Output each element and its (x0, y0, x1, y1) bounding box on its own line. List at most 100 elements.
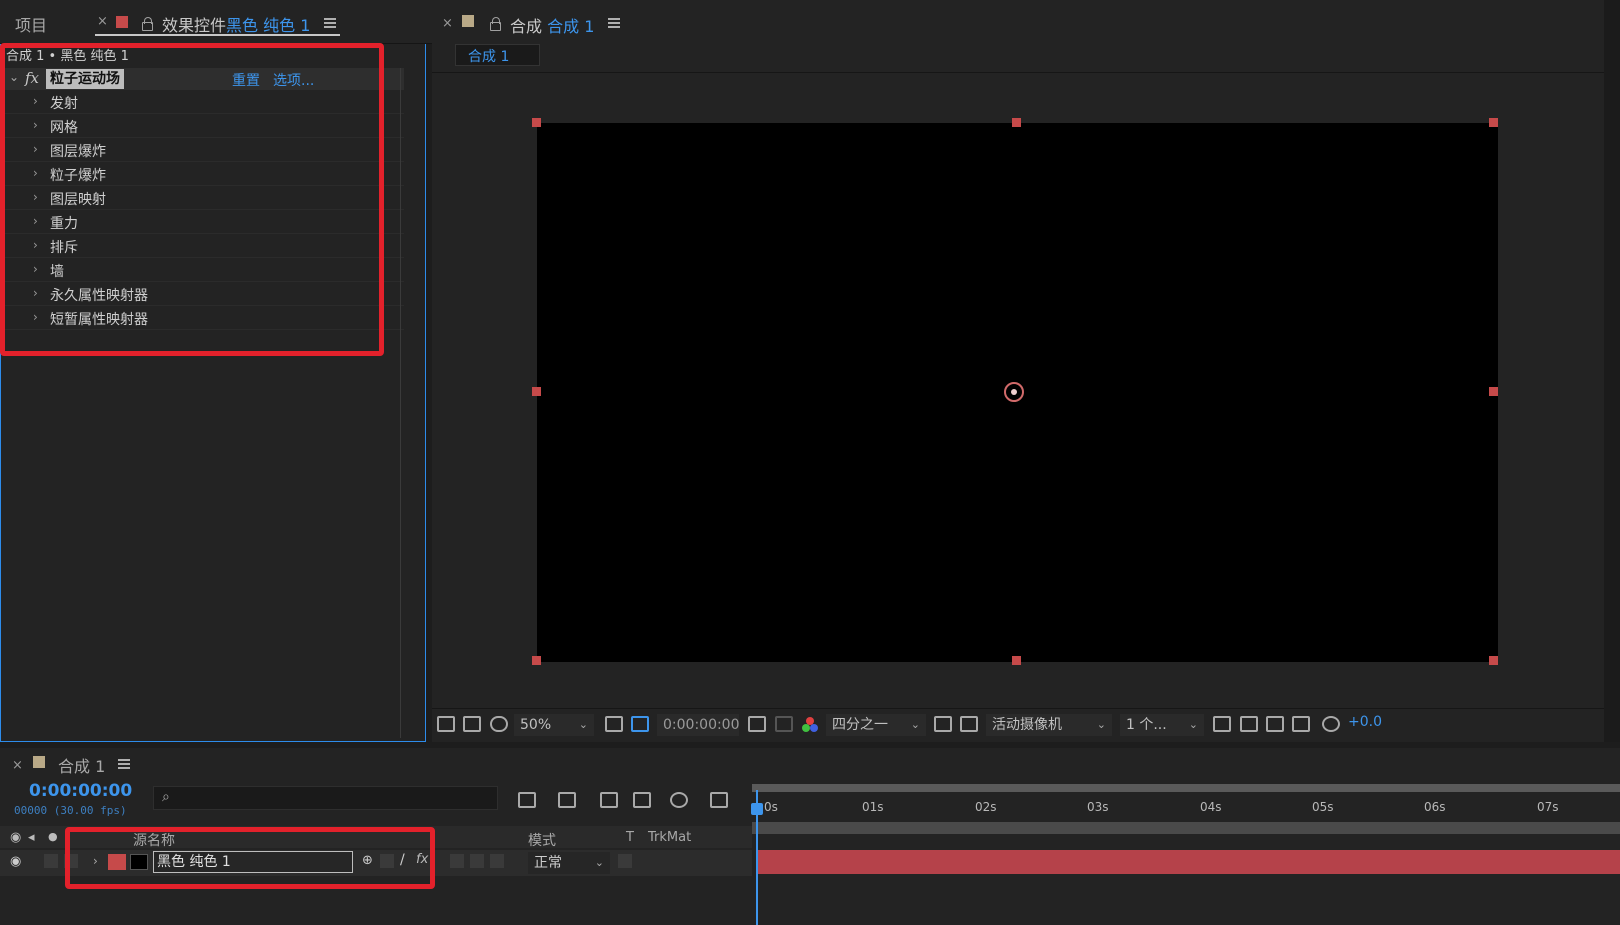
chevron-down-icon: ⌄ (1096, 718, 1106, 731)
tab-composition-name: 合成 1 (547, 17, 595, 36)
tab-project[interactable]: 项目 (15, 12, 47, 36)
anchor-point-icon[interactable] (1004, 382, 1024, 402)
right-panel-edge (1604, 0, 1620, 742)
ruler-tick: 02s (975, 800, 997, 814)
viewer-toolbar-divider (432, 708, 1604, 709)
frame-rate-info: 00000 (30.00 fps) (14, 804, 127, 817)
ruler-tick: 06s (1424, 800, 1446, 814)
panel-menu-icon[interactable] (324, 18, 336, 28)
camera-snapshot-icon[interactable] (748, 716, 766, 732)
comp-breadcrumb[interactable]: 合成 1 (455, 44, 540, 66)
transform-handle[interactable] (532, 656, 541, 665)
chevron-down-icon: ⌄ (1188, 718, 1198, 731)
graph-editor-icon[interactable] (710, 792, 728, 808)
adjustment-switch[interactable] (470, 854, 484, 868)
region-of-interest-icon[interactable] (631, 716, 649, 732)
close-icon[interactable]: × (97, 14, 108, 29)
chevron-down-icon: ⌄ (594, 856, 604, 869)
reset-exposure-icon[interactable] (1322, 716, 1340, 732)
green-channel-dot (802, 724, 810, 732)
layer-audio-toggle[interactable] (44, 854, 58, 868)
playhead-handle[interactable] (751, 803, 763, 815)
views-dropdown[interactable]: 1 个... ⌄ (1120, 714, 1204, 736)
col-trkmat[interactable]: TrkMat (648, 830, 691, 845)
mask-icon[interactable] (490, 716, 508, 732)
transform-handle[interactable] (532, 118, 541, 127)
blend-mode-value: 正常 (534, 855, 562, 871)
transform-handle[interactable] (1489, 387, 1498, 396)
exposure-value[interactable]: +0.0 (1348, 714, 1382, 730)
show-snapshot-icon[interactable] (775, 716, 793, 732)
transparency-grid-icon[interactable] (960, 716, 978, 732)
tab-effect-controls[interactable]: 效果控件黑色 纯色 1 (162, 12, 310, 36)
ruler-tick: 0s (764, 800, 778, 814)
transform-handle[interactable] (1489, 656, 1498, 665)
tab-timeline-comp[interactable]: 合成 1 (58, 753, 105, 777)
search-icon: ⌕ (162, 789, 170, 805)
flowchart-icon[interactable] (1292, 716, 1310, 732)
anchor-point-center (1011, 389, 1017, 395)
panel-menu-icon[interactable] (608, 18, 620, 28)
transform-handle[interactable] (532, 387, 541, 396)
shy-layers-icon[interactable] (600, 792, 618, 808)
tab-effect-controls-layer: 黑色 纯色 1 (226, 16, 311, 35)
camera-value: 活动摄像机 (992, 717, 1062, 733)
blend-mode-dropdown[interactable]: 正常 ⌄ (528, 852, 610, 874)
transform-handle[interactable] (1012, 118, 1021, 127)
camera-dropdown[interactable]: 活动摄像机 ⌄ (986, 714, 1112, 736)
color-channels-icon[interactable] (802, 717, 818, 733)
work-area-bar[interactable] (752, 784, 1620, 792)
timeline-search-input[interactable]: ⌕ (153, 786, 498, 810)
chevron-down-icon: ⌄ (910, 718, 920, 731)
audio-icon[interactable]: ◂ (28, 830, 35, 845)
comp-color-swatch (462, 15, 474, 27)
viewer-divider (432, 72, 1604, 73)
motion-blur-icon[interactable] (670, 792, 688, 808)
layer-duration-bar[interactable] (756, 850, 1620, 874)
fast-previews-icon[interactable] (1240, 716, 1258, 732)
transform-handle[interactable] (1489, 118, 1498, 127)
current-time-display[interactable]: 0:00:00:00 (657, 714, 740, 736)
panel-divider (400, 68, 401, 738)
transform-handle[interactable] (1012, 656, 1021, 665)
active-tab-underline (95, 34, 340, 36)
ruler-tick: 03s (1087, 800, 1109, 814)
panel-menu-icon[interactable] (118, 759, 130, 769)
frame-blending-icon[interactable] (633, 792, 651, 808)
layer-eye-icon[interactable]: ◉ (10, 854, 21, 869)
tab-composition-prefix: 合成 (510, 17, 543, 36)
3d-layer-switch[interactable] (490, 854, 504, 868)
comp-breadcrumb-label: 合成 1 (468, 49, 510, 65)
fast-preview-icon[interactable] (934, 716, 952, 732)
layer-color-swatch (116, 16, 128, 28)
close-icon[interactable]: × (442, 16, 453, 31)
tab-composition[interactable]: 合成 合成 1 (510, 13, 594, 37)
tab-effect-controls-prefix: 效果控件 (162, 16, 227, 35)
lock-icon[interactable] (490, 17, 501, 31)
solo-icon[interactable]: ● (48, 830, 58, 843)
comp-mini-flowchart-icon[interactable] (518, 792, 536, 808)
lock-icon[interactable] (142, 17, 153, 31)
ruler-tick: 07s (1537, 800, 1559, 814)
trkmat-dropdown[interactable] (618, 854, 632, 868)
timeline-current-time[interactable]: 0:00:00:00 (29, 781, 132, 801)
grid-icon[interactable] (605, 716, 623, 732)
motion-blur-switch[interactable] (450, 854, 464, 868)
highlight-annotation-effects (0, 43, 384, 356)
blue-channel-dot (810, 724, 818, 732)
monitor-icon[interactable] (463, 716, 481, 732)
close-icon[interactable]: × (12, 758, 23, 773)
zoom-dropdown[interactable]: 50% ⌄ (514, 714, 594, 736)
col-mode[interactable]: 模式 (528, 830, 556, 850)
current-time-value: 0:00:00:00 (663, 717, 740, 733)
always-preview-icon[interactable] (437, 716, 455, 732)
eye-icon[interactable]: ◉ (10, 830, 21, 845)
toggle-pixel-aspect-icon[interactable] (1213, 716, 1231, 732)
highlight-annotation-layer (65, 827, 435, 889)
ruler-scrub-bar[interactable] (752, 822, 1620, 834)
resolution-dropdown[interactable]: 四分之一 ⌄ (826, 714, 926, 736)
ruler-tick: 04s (1200, 800, 1222, 814)
col-t[interactable]: T (626, 830, 634, 845)
draft-3d-icon[interactable] (558, 792, 576, 808)
timeline-icon[interactable] (1266, 716, 1284, 732)
